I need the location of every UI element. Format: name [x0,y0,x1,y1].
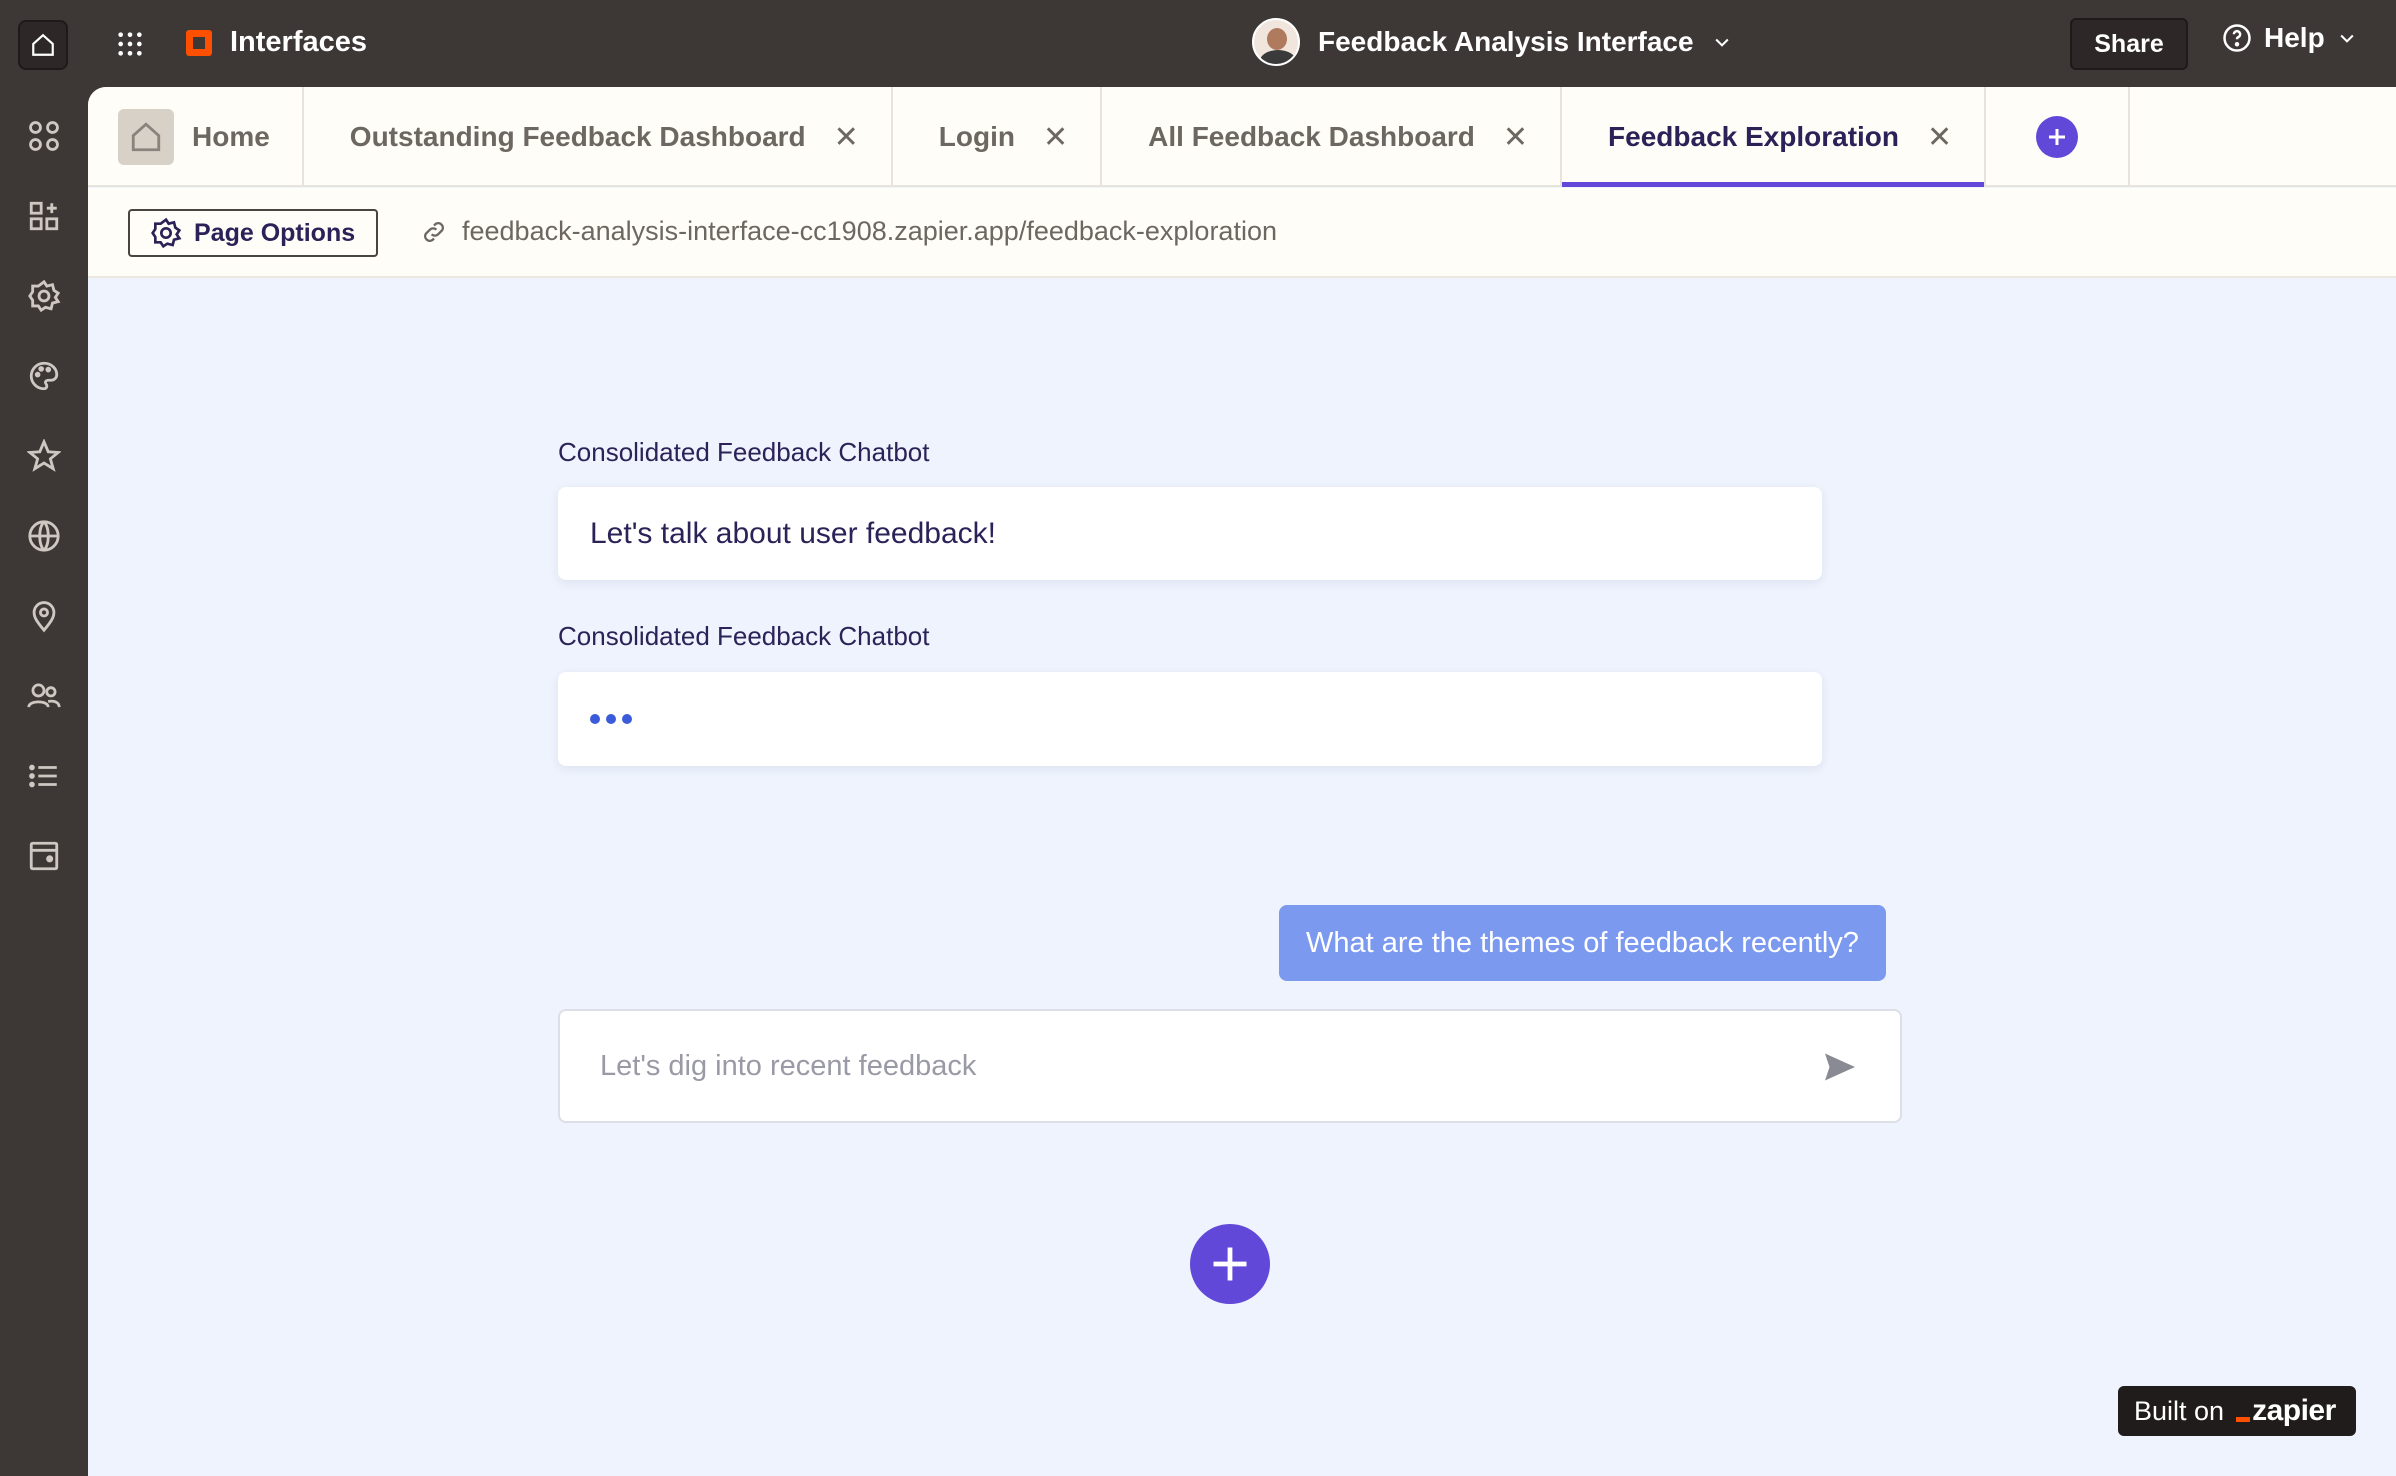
built-on-zapier-badge[interactable]: Built on zapier [2118,1386,2356,1436]
project-switcher[interactable]: Feedback Analysis Interface [1252,18,1732,66]
location-pin-icon [32,601,56,633]
page-options-button[interactable]: Page Options [128,209,378,257]
tab-label: Home [192,121,270,152]
rail-theme[interactable] [24,356,64,396]
tab-label: Outstanding Feedback Dashboard [349,121,806,152]
chevron-down-icon [1715,38,1729,47]
apps-grid-icon [29,121,59,151]
tab-all-feedback-dashboard[interactable]: All Feedback Dashboard ✕ [1102,87,1563,187]
bot-message: Let's talk about user feedback! [558,487,1822,580]
help-circle-icon [2223,24,2251,52]
built-on-label: Built on [2134,1395,2225,1426]
list-icon [29,764,57,788]
app-launcher-button[interactable] [112,26,148,62]
chat-input-container [558,1009,1902,1123]
zapier-wordmark: zapier [2236,1394,2336,1428]
close-icon[interactable]: ✕ [1927,120,1952,155]
tab-outstanding-feedback-dashboard[interactable]: Outstanding Feedback Dashboard ✕ [304,87,893,187]
gear-icon [151,217,182,249]
rail-components[interactable] [24,196,64,236]
rail-domains[interactable] [24,516,64,556]
link-icon [424,221,444,242]
home-icon [118,109,174,165]
rail-window[interactable] [24,836,64,876]
tab-bar: Home Outstanding Feedback Dashboard ✕ Lo… [88,87,2396,187]
typing-dots-icon [590,714,632,724]
main-area: Home Outstanding Feedback Dashboard ✕ Lo… [88,87,2396,1476]
grid-dots-icon [118,32,142,56]
chevron-down-icon [2340,34,2354,43]
help-label: Help [2264,22,2325,53]
rail-favorites[interactable] [24,436,64,476]
home-button[interactable] [18,20,68,70]
tab-home[interactable]: Home [88,87,304,187]
close-icon[interactable]: ✕ [1043,120,1068,155]
star-icon [27,439,61,472]
add-widget-icon [29,201,59,231]
brand-name: Interfaces [230,26,368,58]
tab-label: Feedback Exploration [1608,121,1900,152]
share-button[interactable]: Share [2070,18,2188,70]
home-icon [32,33,54,56]
plus-icon [2036,116,2079,158]
close-icon[interactable]: ✕ [834,120,859,155]
tab-label: Login [938,121,1015,152]
project-name: Feedback Analysis Interface [1318,26,1694,57]
settings-icon [28,279,61,313]
tab-label: All Feedback Dashboard [1148,121,1475,152]
rail-settings[interactable] [24,276,64,316]
close-icon[interactable]: ✕ [1503,120,1528,155]
plus-icon [1213,1247,1247,1281]
send-icon [1825,1053,1855,1081]
add-component-button[interactable] [1190,1224,1270,1304]
page-url: feedback-analysis-interface-cc1908.zapie… [462,216,1277,246]
rail-users[interactable] [24,676,64,716]
tab-feedback-exploration[interactable]: Feedback Exploration ✕ [1562,87,1987,187]
tab-login[interactable]: Login ✕ [893,87,1103,187]
user-message: What are the themes of feedback recently… [1279,905,1886,981]
rail-list[interactable] [24,756,64,796]
bot-typing-indicator [558,672,1822,766]
help-menu[interactable]: Help [2222,22,2357,54]
palette-icon [29,361,59,391]
users-icon [27,683,61,708]
page-options-label: Page Options [194,218,356,247]
browser-window-icon [29,841,59,871]
chatbot-label: Consolidated Feedback Chatbot [558,621,930,651]
add-page-button[interactable] [1986,87,2131,187]
globe-icon [28,520,60,552]
send-button[interactable] [1820,1047,1860,1087]
page-url-link[interactable]: feedback-analysis-interface-cc1908.zapie… [420,216,1277,247]
top-bar: Interfaces Feedback Analysis Interface S… [0,0,2396,87]
user-message-text: What are the themes of feedback recently… [1306,926,1859,959]
bot-message-text: Let's talk about user feedback! [590,516,996,550]
left-rail [0,87,88,1476]
url-bar: Page Options feedback-analysis-interface… [88,188,2396,278]
rail-apps[interactable] [24,116,64,156]
chatbot-label: Consolidated Feedback Chatbot [558,437,930,467]
rail-location[interactable] [24,596,64,636]
avatar [1252,18,1300,66]
interfaces-logo-icon [186,29,212,56]
chat-input[interactable] [600,1049,1780,1083]
brand[interactable]: Interfaces [186,26,367,59]
